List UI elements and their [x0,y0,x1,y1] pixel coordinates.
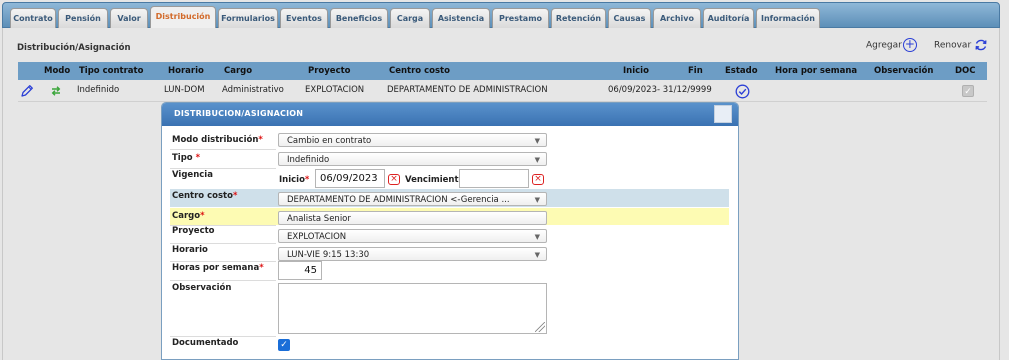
chevron-down-icon: ▼ [534,196,540,204]
add-button[interactable]: Agregar + [866,38,917,52]
divider [170,336,276,337]
chevron-down-icon: ▼ [534,233,540,241]
dialog-title: DISTRIBUCION/ASIGNACION [174,109,304,118]
row-horario: LUN-DOM [164,85,205,95]
col-estado: Estado [725,66,758,76]
clear-inicio-icon[interactable]: × [388,174,400,185]
centro-costo-select[interactable]: DEPARTAMENTO DE ADMINISTRACION <-Gerenci… [278,192,547,206]
edit-pencil-icon[interactable] [20,84,34,98]
col-doc: DOC [955,66,976,76]
centro-value: DEPARTAMENTO DE ADMINISTRACION <-Gerenci… [287,195,510,205]
status-check-icon [735,84,750,99]
tab-valor[interactable]: Valor [110,8,148,29]
renew-label: Renovar [934,40,972,51]
vencimiento-date-input[interactable] [459,169,529,188]
divider [170,149,276,150]
section-title: Distribución/Asignación [17,43,131,53]
tab-causas[interactable]: Causas [608,8,651,29]
horas-label: Horas por semana* [172,263,264,273]
tab-contrato[interactable]: Contrato [10,8,56,29]
tab-auditoria[interactable]: Auditoría [703,8,754,29]
doc-checkbox[interactable]: ✓ [962,85,974,97]
inicio-label: Inicio* [279,175,310,185]
tab-formularios[interactable]: Formularios [218,8,278,29]
proyecto-label: Proyecto [172,226,215,236]
col-centro-costo: Centro costo [389,66,450,76]
vigencia-label: Vigencia [172,170,213,180]
vencimiento-label: Vencimiento [405,175,465,185]
tab-beneficios[interactable]: Beneficios [330,8,388,29]
divider [170,243,276,244]
tab-carga[interactable]: Carga [390,8,430,29]
modo-select[interactable]: Cambio en contrato ▼ [278,133,547,147]
horas-input[interactable]: 45 [278,261,322,280]
col-fin: Fin [688,66,703,76]
refresh-icon [975,39,987,51]
divider [170,261,276,262]
inicio-date-input[interactable]: 06/09/2023 [315,169,385,188]
tab-eventos[interactable]: Eventos [280,8,328,29]
row-centro-costo: DEPARTAMENTO DE ADMINISTRACION [387,85,548,95]
tab-bar: Contrato Pensión Valor Distribución Form… [2,2,1000,29]
clear-vencimiento-icon[interactable]: × [532,174,544,185]
col-cargo: Cargo [224,66,253,76]
tab-distribucion[interactable]: Distribución [150,6,216,29]
documentado-label: Documentado [172,338,239,348]
col-inicio: Inicio [623,66,649,76]
proyecto-select[interactable]: EXPLOTACION ▼ [278,229,547,243]
tab-informacion[interactable]: Información [756,8,820,29]
renew-button[interactable]: Renovar [934,38,988,52]
tab-prestamo[interactable]: Prestamo [492,8,549,29]
resize-handle-icon[interactable] [535,322,545,332]
swap-arrows-icon[interactable] [50,85,62,97]
row-inicio-fin: 06/09/2023- 31/12/9999 [608,85,712,95]
plus-circle-icon: + [902,37,917,52]
proyecto-value: EXPLOTACION [287,232,347,242]
tab-asistencia[interactable]: Asistencia [432,8,490,29]
cargo-label: Cargo* [172,211,205,221]
divider [170,280,276,281]
observacion-label: Observación [172,283,232,293]
horario-value: LUN-VIE 9:15 13:30 [287,250,370,260]
centro-label: Centro costo* [172,191,238,201]
horario-label: Horario [172,245,208,255]
divider [170,168,276,169]
tab-retencion[interactable]: Retención [551,8,606,29]
dialog-header: DISTRIBUCION/ASIGNACION [162,103,738,126]
table-header: Modo Tipo contrato Horario Cargo Proyect… [18,62,987,80]
observacion-textarea[interactable] [278,283,547,334]
col-horario: Horario [168,66,204,76]
dialog-close-button[interactable] [714,105,732,123]
row-proyecto: EXPLOTACION [305,85,365,95]
chevron-down-icon: ▼ [534,137,540,145]
add-label: Agregar [866,40,902,51]
cargo-select[interactable]: Analista Senior [278,211,547,225]
chevron-down-icon: ▼ [534,251,540,259]
col-proyecto: Proyecto [308,66,351,76]
col-modo: Modo [44,66,71,76]
horario-select[interactable]: LUN-VIE 9:15 13:30 ▼ [278,247,547,261]
distribution-dialog: DISTRIBUCION/ASIGNACION Modo distribució… [161,102,739,360]
tipo-value: Indefinido [287,155,330,165]
documentado-checkbox[interactable]: ✓ [278,339,290,351]
modo-value: Cambio en contrato [287,136,372,146]
tab-pension[interactable]: Pensión [58,8,108,29]
row-tipo-contrato: Indefinido [77,85,120,95]
tipo-label: Tipo * [172,153,201,163]
tipo-select[interactable]: Indefinido ▼ [278,152,547,166]
row-cargo: Administrativo [222,85,284,95]
chevron-down-icon: ▼ [534,156,540,164]
col-observacion: Observación [874,66,934,76]
tab-archivo[interactable]: Archivo [653,8,701,29]
table-row: Indefinido LUN-DOM Administrativo EXPLOT… [18,80,987,102]
modo-label: Modo distribución* [172,135,263,145]
col-tipo-contrato: Tipo contrato [79,66,144,76]
col-hora-semana: Hora por semana [775,66,858,76]
cargo-value: Analista Senior [287,214,351,224]
